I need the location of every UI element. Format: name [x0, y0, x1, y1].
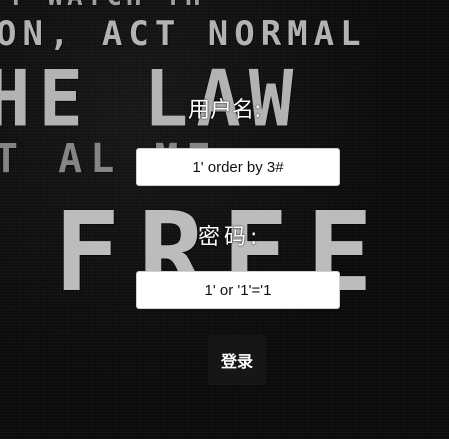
login-button[interactable]: 登录: [208, 335, 266, 385]
login-form: 用户名: 密码: 登录: [0, 0, 449, 439]
username-input[interactable]: [136, 148, 340, 186]
username-label: 用户名:: [188, 98, 262, 123]
password-input[interactable]: [136, 271, 340, 309]
password-label: 密码:: [198, 225, 262, 250]
